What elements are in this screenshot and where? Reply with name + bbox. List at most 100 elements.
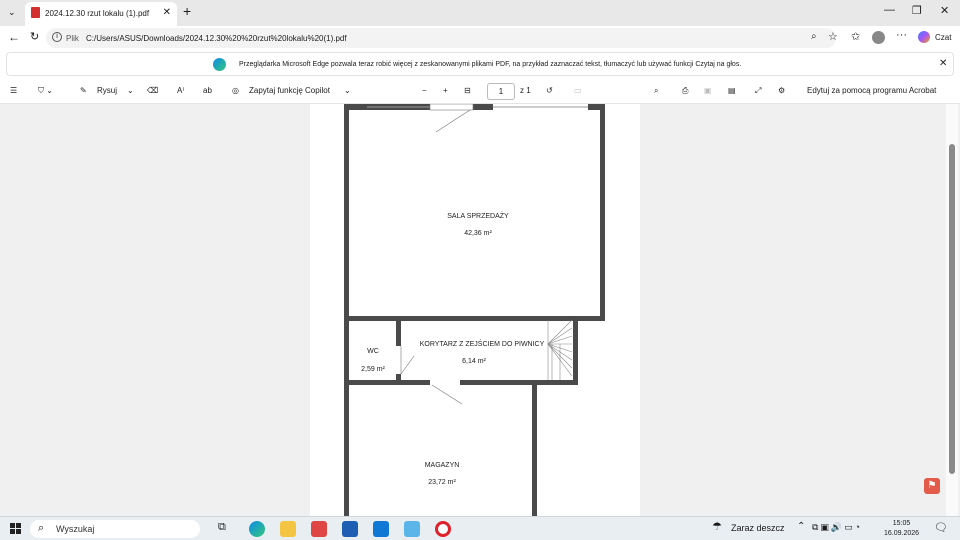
clock-time: 15:05 bbox=[892, 520, 911, 527]
pdf-file-icon bbox=[31, 7, 40, 18]
room-wc-area: 2,59 m² bbox=[361, 366, 385, 373]
info-bar-message: Przeglądarka Microsoft Edge pozwala tera… bbox=[239, 61, 742, 68]
weather-text[interactable]: Zaraz deszcz bbox=[731, 523, 785, 533]
address-url: C:/Users/ASUS/Downloads/2024.12.30%20%20… bbox=[86, 34, 347, 43]
scrollbar-thumb[interactable] bbox=[949, 144, 955, 474]
print-icon[interactable]: ⎙ bbox=[682, 86, 688, 96]
taskbar-clock[interactable]: 15:05 16.09.2026 bbox=[884, 519, 919, 539]
copilot-icon[interactable] bbox=[918, 31, 930, 43]
wall-magazyn-right bbox=[532, 385, 537, 516]
address-bar[interactable]: i Plik C:/Users/ASUS/Downloads/2024.12.3… bbox=[46, 28, 836, 48]
zoom-icon[interactable]: ⌕ bbox=[811, 31, 817, 42]
wall-mid bbox=[344, 316, 605, 321]
wall-wc-right bbox=[396, 316, 401, 346]
back-arrow-icon[interactable]: ← bbox=[8, 30, 20, 44]
minimize-button[interactable]: — bbox=[884, 4, 895, 16]
save-icon[interactable]: ▣ bbox=[704, 86, 712, 95]
more-menu-icon[interactable]: ··· bbox=[896, 29, 907, 41]
wall-corridor-bottom-a bbox=[344, 380, 430, 385]
taskbar-search[interactable]: ⌕ Wyszukaj bbox=[30, 520, 200, 538]
door-swing-magazyn bbox=[431, 384, 463, 405]
room-magazyn-area: 23,72 m² bbox=[428, 479, 456, 486]
highlight-icon[interactable]: ⛉ ⌄ bbox=[38, 86, 53, 96]
store-app-icon[interactable] bbox=[311, 521, 327, 537]
search-icon: ⌕ bbox=[38, 522, 45, 534]
translate-icon[interactable]: ab bbox=[203, 86, 212, 95]
zoom-out-icon[interactable]: − bbox=[422, 86, 427, 95]
pdf-page: SALA SPRZEDAŻY 42,36 m² WC 2,59 m² KORYT… bbox=[310, 103, 640, 516]
door-top bbox=[429, 103, 474, 111]
tray-chevron-icon[interactable]: ⌃ bbox=[797, 521, 805, 532]
calendar-app-icon[interactable] bbox=[342, 521, 358, 537]
profile-avatar[interactable] bbox=[872, 31, 885, 44]
room-korytarz-area: 6,14 m² bbox=[462, 358, 486, 365]
edit-in-acrobat-button[interactable]: Edytuj za pomocą programu Acrobat bbox=[807, 86, 936, 95]
copilot-chat-label[interactable]: Czat bbox=[935, 33, 951, 42]
tab-strip: ⌄ 2024.12.30 rzut lokalu (1).pdf ✕ + — ❐… bbox=[0, 0, 960, 26]
page-view-icon[interactable]: ▭ bbox=[574, 86, 582, 95]
maximize-button[interactable]: ❐ bbox=[912, 4, 922, 17]
task-view-icon[interactable]: ⧉ bbox=[218, 521, 226, 534]
info-icon[interactable]: i bbox=[52, 32, 62, 42]
acrobat-icon[interactable]: ⚑ bbox=[924, 478, 940, 494]
fullscreen-icon[interactable]: ⤢ bbox=[755, 86, 761, 96]
windows-start-icon[interactable] bbox=[10, 523, 21, 534]
pdf-toolbar: ☰ ⛉ ⌄ ✎ Rysuj ⌄ ⌫ A⁾ ab ◎ Zapytaj funkcj… bbox=[0, 80, 960, 104]
page-number-input[interactable]: 1 bbox=[487, 83, 515, 100]
wall-top-right bbox=[473, 104, 493, 110]
room-magazyn-name: MAGAZYN bbox=[424, 462, 460, 469]
room-sala-name: SALA SPRZEDAŻY bbox=[447, 213, 509, 220]
eraser-icon[interactable]: ⌫ bbox=[147, 86, 158, 95]
tab-list-chevron-icon[interactable]: ⌄ bbox=[8, 7, 16, 18]
notifications-icon[interactable]: 🗨 bbox=[934, 521, 948, 534]
edge-app-icon[interactable] bbox=[249, 521, 265, 537]
door-swing-top bbox=[435, 109, 471, 133]
taskbar: ⌕ Wyszukaj ⧉ ☂ Zaraz deszcz ⌃ ⧉▣🔊▭◔ 15:0… bbox=[0, 516, 960, 540]
favorite-star-icon[interactable]: ☆ bbox=[828, 30, 838, 43]
address-row: ← ↻ i Plik C:/Users/ASUS/Downloads/2024.… bbox=[0, 26, 960, 50]
clock-date: 16.09.2026 bbox=[884, 530, 920, 537]
wall-left-top bbox=[344, 104, 349, 320]
wall-right-top bbox=[600, 104, 605, 320]
new-tab-button[interactable]: + bbox=[183, 3, 191, 19]
fit-page-icon[interactable]: ⊟ bbox=[464, 86, 471, 95]
wall-corridor-bottom-b bbox=[460, 380, 578, 385]
media-app-icon[interactable] bbox=[404, 521, 420, 537]
favorites-icon[interactable]: ✩ bbox=[851, 30, 860, 43]
wall-top-right2 bbox=[588, 104, 605, 110]
info-bar-close-icon[interactable]: ✕ bbox=[939, 58, 947, 69]
file-explorer-icon[interactable] bbox=[280, 521, 296, 537]
vertical-scrollbar[interactable] bbox=[946, 104, 958, 516]
tab-title: 2024.12.30 rzut lokalu (1).pdf bbox=[45, 9, 150, 18]
weather-icon[interactable]: ☂ bbox=[712, 520, 722, 533]
contents-icon[interactable]: ☰ bbox=[10, 86, 17, 95]
search-pdf-icon[interactable]: ⌕ bbox=[654, 86, 658, 96]
outlook-app-icon[interactable] bbox=[373, 521, 389, 537]
address-scheme: Plik bbox=[66, 34, 79, 43]
settings-gear-icon[interactable]: ⚙ bbox=[778, 86, 785, 95]
opera-app-icon[interactable] bbox=[435, 521, 451, 537]
floor-plan bbox=[344, 103, 605, 516]
info-bar: Przeglądarka Microsoft Edge pozwala tera… bbox=[6, 52, 954, 76]
wc-door-swing bbox=[400, 355, 415, 375]
read-aloud-icon[interactable]: A⁾ bbox=[177, 86, 184, 95]
copilot-ask-icon[interactable]: ◎ bbox=[232, 86, 239, 95]
page-total: z 1 bbox=[520, 86, 531, 95]
rotate-icon[interactable]: ↺ bbox=[546, 86, 553, 95]
pdf-viewport[interactable]: SALA SPRZEDAŻY 42,36 m² WC 2,59 m² KORYT… bbox=[0, 103, 960, 516]
stairs bbox=[547, 319, 573, 380]
draw-chevron-icon[interactable]: ⌄ bbox=[127, 86, 134, 95]
copilot-ask-label[interactable]: Zapytaj funkcję Copilot bbox=[249, 86, 330, 95]
close-window-button[interactable]: ✕ bbox=[940, 4, 949, 17]
save-as-icon[interactable]: ▤ bbox=[728, 86, 736, 95]
tab-close-icon[interactable]: ✕ bbox=[163, 7, 171, 18]
room-wc-name: WC bbox=[367, 348, 379, 355]
zoom-in-icon[interactable]: + bbox=[443, 86, 448, 95]
copilot-ask-chevron-icon[interactable]: ⌄ bbox=[344, 86, 351, 95]
browser-tab[interactable]: 2024.12.30 rzut lokalu (1).pdf ✕ bbox=[25, 2, 177, 26]
refresh-icon[interactable]: ↻ bbox=[30, 30, 39, 43]
tray-icons[interactable]: ⧉▣🔊▭◔ bbox=[812, 522, 862, 533]
draw-icon[interactable]: ✎ bbox=[80, 86, 87, 95]
draw-label[interactable]: Rysuj bbox=[97, 86, 117, 95]
wall-corridor-right bbox=[573, 316, 578, 384]
